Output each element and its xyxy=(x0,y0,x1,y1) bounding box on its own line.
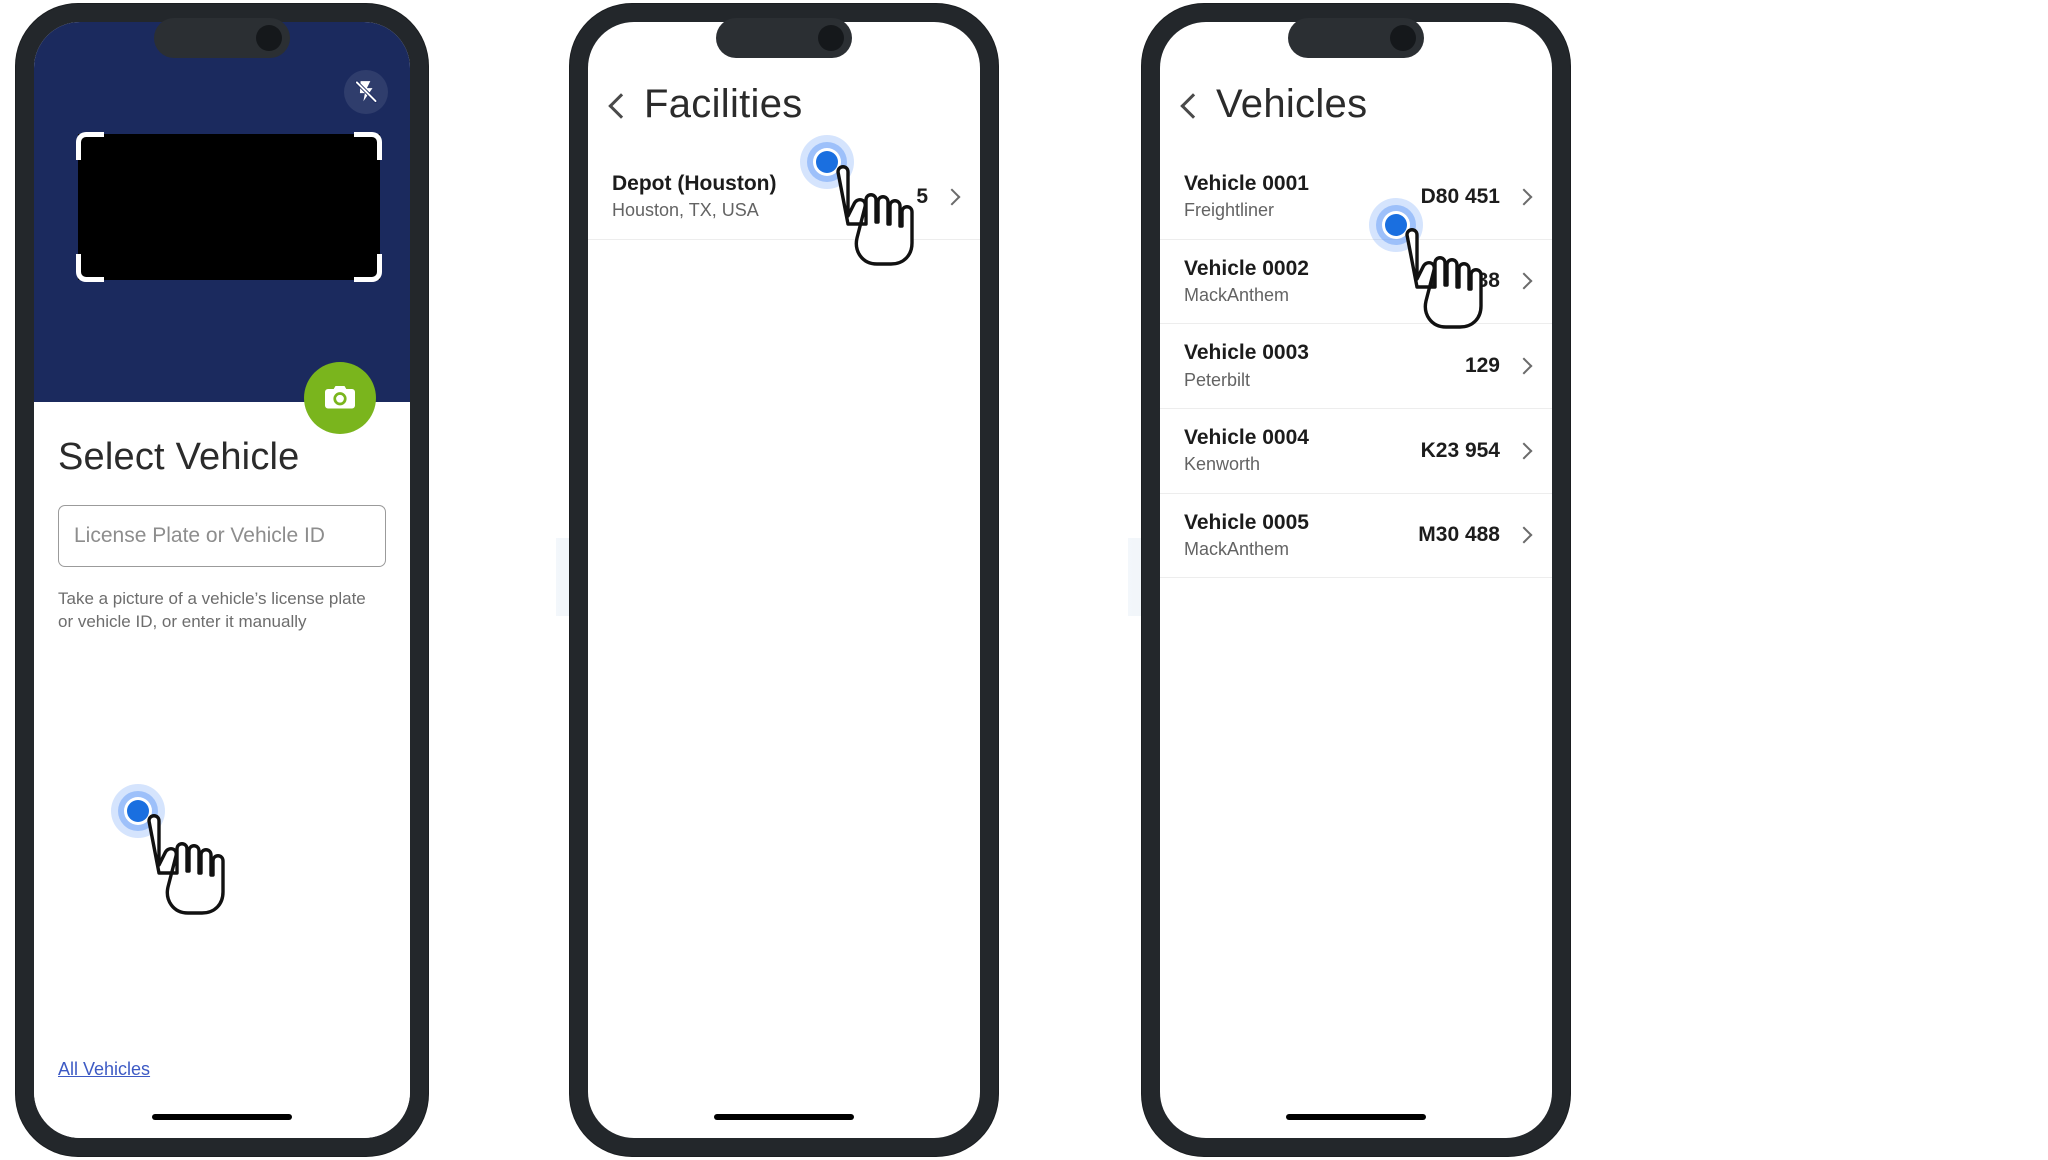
home-indicator xyxy=(1286,1114,1426,1120)
scan-corner-bottom-right xyxy=(354,254,382,282)
table-row[interactable]: Vehicle 0001 Freightliner D80 451 xyxy=(1160,155,1552,240)
phone-vehicles: Vehicles Vehicle 0001 Freightliner D80 4… xyxy=(1142,4,1570,1156)
facility-location: Houston, TX, USA xyxy=(612,200,759,221)
home-indicator xyxy=(714,1114,854,1120)
chevron-right-icon xyxy=(1515,357,1533,375)
license-plate-scan-frame xyxy=(76,132,382,282)
vehicle-name: Vehicle 0002 xyxy=(1184,256,1309,280)
dynamic-island xyxy=(716,18,852,58)
vehicle-name: Vehicle 0001 xyxy=(1184,172,1309,195)
phone-vehicles-screen: Vehicles Vehicle 0001 Freightliner D80 4… xyxy=(1160,22,1552,1138)
scan-hint-line2: or vehicle ID, or enter it manually xyxy=(58,612,307,632)
phone-scanner: Select Vehicle Take a picture of a vehic… xyxy=(16,4,428,1156)
facility-info: Depot (Houston) Houston, TX, USA xyxy=(612,171,916,223)
chevron-right-icon xyxy=(1515,188,1533,206)
chevron-right-icon xyxy=(1515,442,1533,460)
vehicle-info: Vehicle 0005 MackAnthem xyxy=(1184,510,1418,562)
chevron-left-icon[interactable] xyxy=(1180,92,1206,119)
vehicle-make: Kenworth xyxy=(1184,454,1261,475)
phone-facilities-screen: Facilities Depot (Houston) Houston, TX, … xyxy=(588,22,980,1138)
table-row[interactable]: Vehicle 0003 Peterbilt 129 xyxy=(1160,324,1552,409)
vehicle-info: Vehicle 0004 Kenworth xyxy=(1184,425,1421,477)
scan-corner-bottom-left xyxy=(76,254,104,282)
table-row[interactable]: Depot (Houston) Houston, TX, USA 5 xyxy=(588,155,980,240)
page-title: Vehicles xyxy=(1216,82,1368,126)
vehicle-info: Vehicle 0003 Peterbilt xyxy=(1184,340,1465,392)
all-vehicles-link[interactable]: All Vehicles xyxy=(58,1059,150,1080)
vehicle-make: Peterbilt xyxy=(1184,369,1251,390)
table-row[interactable]: Vehicle 0004 Kenworth K23 954 xyxy=(1160,409,1552,494)
table-row[interactable]: Vehicle 0002 MackAnthem N98 238 xyxy=(1160,240,1552,325)
scan-hint-line1: Take a picture of a vehicle’s license pl… xyxy=(58,589,366,608)
front-camera-lens xyxy=(256,25,282,51)
scan-hint: Take a picture of a vehicle’s license pl… xyxy=(58,587,386,634)
camera-capture-button[interactable] xyxy=(304,362,376,434)
vehicle-name: Vehicle 0004 xyxy=(1184,425,1309,449)
flow-diagram: Select Vehicle Take a picture of a vehic… xyxy=(0,0,2048,1160)
facilities-list: Depot (Houston) Houston, TX, USA 5 xyxy=(588,155,980,240)
vehicle-plate: K23 954 xyxy=(1420,438,1500,462)
select-vehicle-sheet: Select Vehicle Take a picture of a vehic… xyxy=(34,402,410,1138)
phone-scanner-screen: Select Vehicle Take a picture of a vehic… xyxy=(34,22,410,1138)
vehicle-plate: D80 451 xyxy=(1420,184,1500,208)
dynamic-island xyxy=(154,18,290,58)
page-title: Select Vehicle xyxy=(58,436,300,478)
vehicle-info: Vehicle 0001 Freightliner xyxy=(1184,171,1421,223)
front-camera-lens xyxy=(818,25,844,51)
vehicle-make: Freightliner xyxy=(1184,200,1275,221)
vehicle-name: Vehicle 0005 xyxy=(1184,510,1309,534)
scan-corner-top-left xyxy=(76,132,104,160)
page-title: Facilities xyxy=(644,82,803,126)
license-plate-input[interactable] xyxy=(58,505,386,567)
chevron-left-icon[interactable] xyxy=(608,92,634,119)
facility-name: Depot (Houston) xyxy=(612,172,777,195)
vehicle-info: Vehicle 0002 MackAnthem xyxy=(1184,256,1421,308)
chevron-right-icon xyxy=(1515,526,1533,544)
vehicle-make: MackAnthem xyxy=(1184,538,1290,559)
vehicle-make: MackAnthem xyxy=(1184,284,1290,305)
vehicle-plate: N98 238 xyxy=(1420,269,1500,293)
camera-viewfinder xyxy=(34,22,410,402)
facility-vehicle-count: 5 xyxy=(916,184,928,208)
phone-facilities: Facilities Depot (Houston) Houston, TX, … xyxy=(570,4,998,1156)
vehicle-plate: M30 488 xyxy=(1418,523,1500,547)
chevron-right-icon xyxy=(943,188,961,206)
vehicle-name: Vehicle 0003 xyxy=(1184,341,1309,365)
vehicle-plate: 129 xyxy=(1464,354,1500,378)
dynamic-island xyxy=(1288,18,1424,58)
vehicles-list: Vehicle 0001 Freightliner D80 451 Vehicl… xyxy=(1160,155,1552,579)
table-row[interactable]: Vehicle 0005 MackAnthem M30 488 xyxy=(1160,494,1552,579)
home-indicator xyxy=(152,1114,292,1120)
chevron-right-icon xyxy=(1515,272,1533,290)
front-camera-lens xyxy=(1390,25,1416,51)
flash-off-icon[interactable] xyxy=(344,70,388,114)
scan-corner-top-right xyxy=(354,132,382,160)
